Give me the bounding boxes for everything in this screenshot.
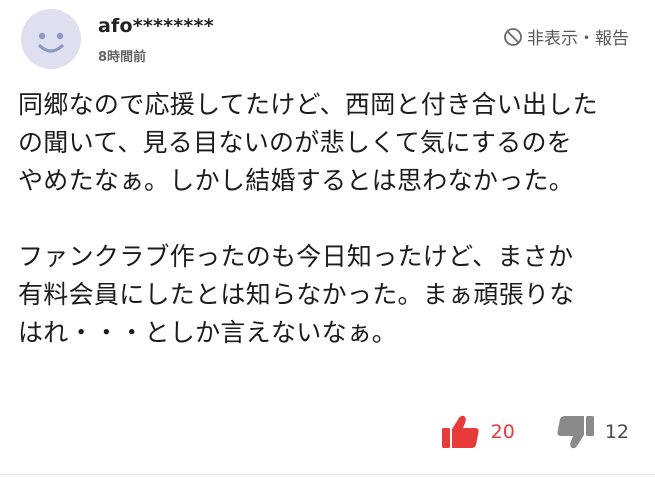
avatar[interactable]	[21, 9, 81, 69]
smiley-face-icon	[21, 9, 81, 69]
comment-paragraph: 同郷なので応援してたけど、西岡と付き合い出した の聞いて、見る目ないのが悲しくて…	[18, 90, 598, 195]
comment-paragraph: ファンクラブ作ったのも今日知ったけど、まさか 有料会員にしたとは知らなかった。ま…	[18, 242, 575, 347]
timestamp: 8時間前	[98, 50, 147, 65]
like-button[interactable]: 20	[441, 414, 515, 450]
dislike-button[interactable]: 12	[555, 414, 629, 450]
divider	[0, 474, 655, 475]
hide-report-button[interactable]: 非表示・報告	[503, 24, 629, 49]
thumbs-up-icon	[441, 415, 479, 448]
comment-card: afo******** 8時間前 非表示・報告 同郷なので応援してたけど、西岡と…	[0, 0, 655, 478]
reactions-bar: 20 12	[441, 414, 629, 450]
prohibited-circle-icon	[504, 27, 522, 46]
hide-report-label: 非表示・報告	[527, 29, 629, 49]
like-count: 20	[490, 421, 515, 443]
comment-body: 同郷なので応援してたけど、西岡と付き合い出した の聞いて、見る目ないのが悲しくて…	[18, 86, 638, 352]
dislike-count: 12	[604, 421, 629, 443]
user-name[interactable]: afo********	[98, 15, 214, 37]
thumbs-down-icon	[557, 416, 594, 449]
